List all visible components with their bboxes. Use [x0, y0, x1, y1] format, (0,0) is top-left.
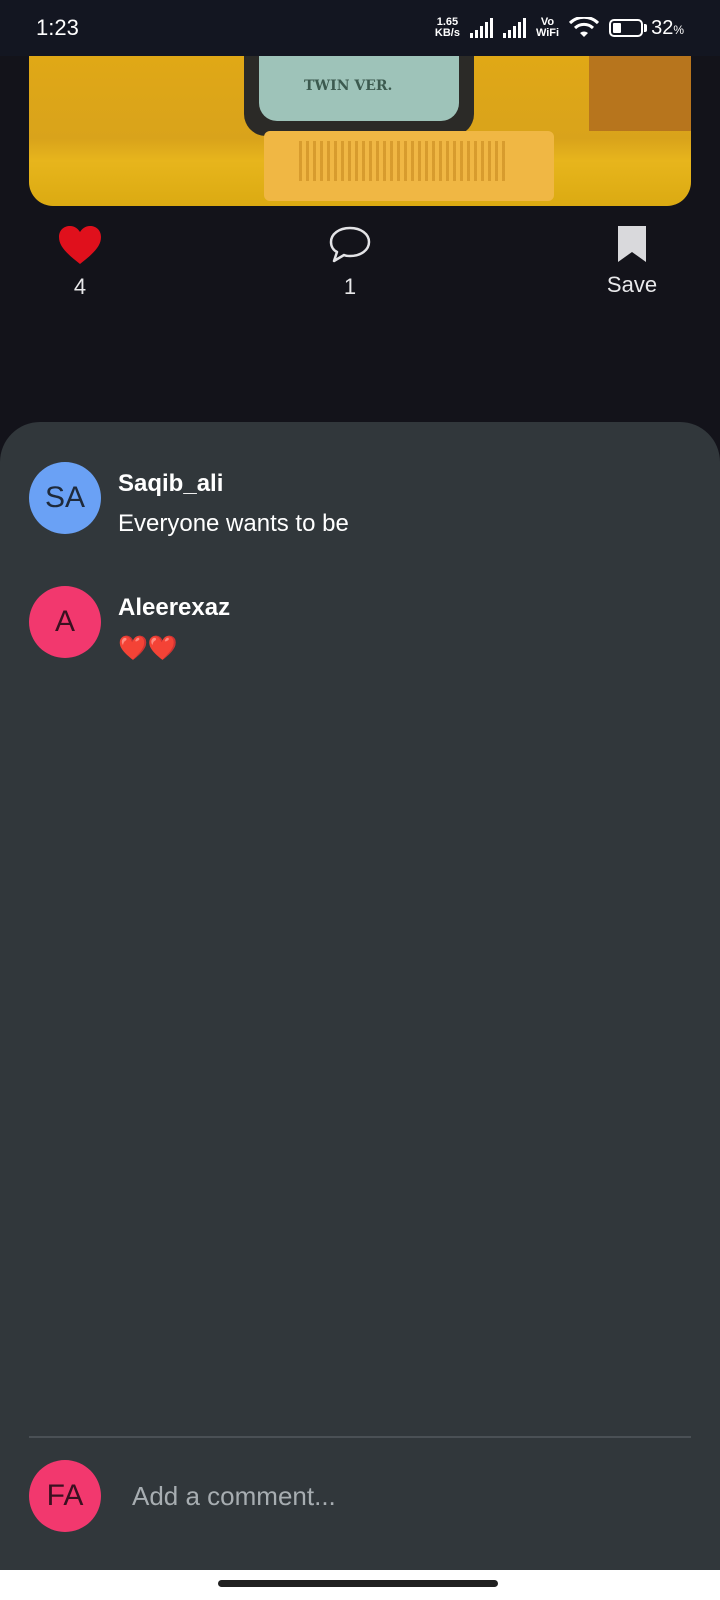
- comments-sheet: SA Saqib_ali Everyone wants to be A Alee…: [0, 422, 720, 1570]
- comment-body: Aleerexaz ❤️❤️: [118, 586, 230, 663]
- post-actions: 4 1 Save: [0, 224, 720, 324]
- comment-body: Saqib_ali Everyone wants to be: [118, 462, 349, 538]
- comment-item: A Aleerexaz ❤️❤️: [29, 586, 230, 663]
- status-time: 1:23: [36, 15, 79, 40]
- signal-strength-icon: [469, 18, 493, 38]
- vowifi-icon: Vo WiFi: [536, 17, 559, 39]
- comment-composer: FA: [29, 1460, 672, 1532]
- heart-icon: [59, 226, 101, 264]
- comment-item: SA Saqib_ali Everyone wants to be: [29, 462, 349, 538]
- tv-label: TWIN VER.: [304, 78, 393, 94]
- post-image[interactable]: TWIN VER.: [29, 56, 691, 206]
- tv-vents: [299, 141, 509, 181]
- wifi-icon: [569, 17, 600, 37]
- like-count: 4: [73, 274, 87, 299]
- save-label: Save: [606, 272, 658, 297]
- image-wall-shade: [589, 56, 691, 131]
- battery-percent: 32: [651, 16, 674, 39]
- avatar-initials: SA: [44, 481, 86, 514]
- avatar[interactable]: A: [29, 586, 101, 658]
- comment-text: ❤️❤️: [118, 635, 178, 662]
- comment-count: 1: [343, 274, 357, 299]
- avatar-initials: A: [54, 605, 75, 638]
- avatar-initials: FA: [46, 1479, 84, 1512]
- signal-strength-2-icon: [502, 18, 526, 38]
- comment-username[interactable]: Aleerexaz: [118, 594, 230, 622]
- avatar[interactable]: SA: [29, 462, 101, 534]
- comment-input[interactable]: [132, 1471, 672, 1521]
- vowifi-bottom: WiFi: [535, 27, 560, 39]
- current-user-avatar: FA: [29, 1460, 101, 1532]
- comment-button[interactable]: 1: [320, 224, 380, 300]
- comment-bubble-icon: [329, 226, 371, 263]
- like-button[interactable]: 4: [50, 224, 110, 300]
- status-bar: 1:23 1.65 KB/s Vo WiFi 32%: [0, 0, 720, 56]
- battery-level: [613, 23, 622, 33]
- status-icons: 1.65 KB/s Vo WiFi 32%: [435, 17, 684, 40]
- battery-indicator: 32%: [609, 17, 684, 40]
- save-button[interactable]: Save: [592, 224, 672, 298]
- comment-text: Everyone wants to be: [118, 510, 349, 537]
- comment-username[interactable]: Saqib_ali: [118, 470, 349, 498]
- home-indicator[interactable]: [218, 1580, 498, 1587]
- network-speed: 1.65 KB/s: [435, 17, 460, 39]
- battery-icon: [609, 19, 644, 37]
- battery-unit: %: [673, 22, 684, 37]
- network-speed-unit: KB/s: [434, 27, 460, 39]
- system-nav-bar: [0, 1570, 720, 1600]
- bookmark-icon: [618, 226, 646, 262]
- composer-divider: [29, 1436, 691, 1438]
